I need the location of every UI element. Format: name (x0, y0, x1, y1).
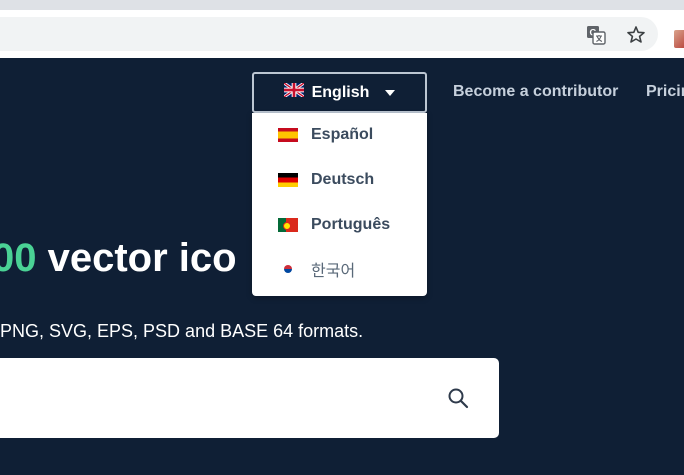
portugal-flag-icon (278, 218, 298, 232)
language-option-label: 한국어 (311, 263, 356, 280)
language-selector-label: English (311, 83, 370, 101)
language-option-label: Português (311, 216, 391, 233)
language-option-korean[interactable]: 한국어 (252, 249, 427, 289)
search-icon[interactable] (447, 387, 469, 409)
uk-flag-icon (282, 81, 305, 102)
caret-down-icon (385, 89, 396, 96)
language-option-portugues[interactable]: Português (252, 205, 427, 245)
language-dropdown-menu: Español Deutsch Português 한국어 (252, 113, 427, 296)
hero-subtitle: PNG, SVG, EPS, PSD and BASE 64 formats. (0, 321, 364, 341)
search-input[interactable] (10, 358, 430, 438)
nav-become-contributor[interactable]: Become a contributor (453, 83, 618, 101)
browser-chrome: G (0, 0, 684, 58)
translate-icon[interactable]: G (585, 24, 607, 46)
extension-icon[interactable] (674, 30, 684, 48)
nav-pricing[interactable]: Pricin (646, 83, 684, 101)
hero-title-number: 00 (0, 236, 37, 280)
germany-flag-icon (278, 173, 298, 187)
korea-flag-icon (278, 262, 298, 276)
browser-toolbar: G (0, 10, 684, 58)
address-bar[interactable] (0, 17, 658, 51)
site-header-hero: English Become a contributor Pricin 00 v… (0, 58, 684, 475)
language-selector-button[interactable]: English (252, 72, 427, 113)
bookmark-star-icon[interactable] (625, 24, 647, 46)
hero-title: 00 vector ico (0, 236, 237, 281)
language-option-espanol[interactable]: Español (252, 115, 427, 155)
hero-title-text: vector ico (36, 236, 237, 280)
tab-strip (0, 0, 684, 10)
search-box (0, 358, 499, 438)
language-option-label: Español (311, 126, 374, 143)
language-option-label: Deutsch (311, 171, 375, 188)
language-option-deutsch[interactable]: Deutsch (252, 160, 427, 200)
spain-flag-icon (278, 128, 298, 142)
